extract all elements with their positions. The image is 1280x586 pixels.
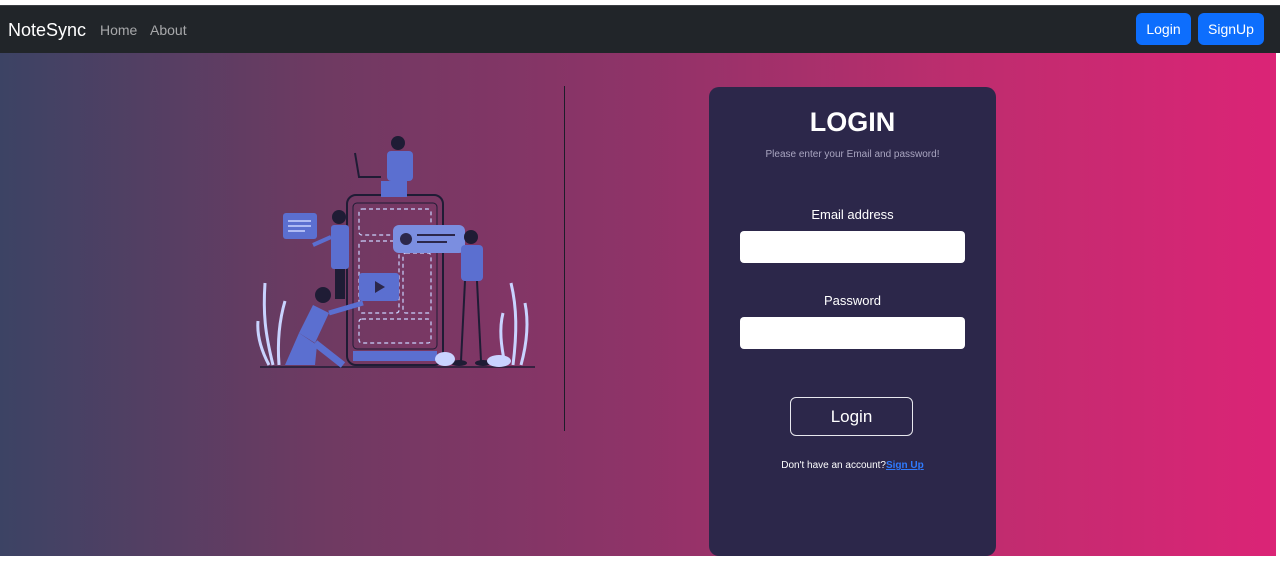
login-submit-button[interactable]: Login	[790, 397, 913, 436]
plant-right	[499, 282, 529, 366]
person-kneeling	[285, 287, 364, 368]
password-label: Password	[823, 293, 882, 308]
password-field[interactable]	[740, 317, 965, 349]
vertical-divider	[564, 86, 565, 431]
login-subtitle: Please enter your Email and password!	[765, 149, 940, 160]
nav-link-home[interactable]: Home	[100, 21, 137, 39]
signup-row: Don't have an account?Sign Up	[709, 460, 996, 472]
phone-panel-bottom	[358, 318, 432, 344]
rock	[487, 355, 511, 367]
team-illustration	[256, 136, 535, 368]
person-woman	[312, 210, 349, 299]
login-card: LOGIN Please enter your Email and passwo…	[709, 87, 996, 556]
person-with-laptop	[354, 136, 413, 197]
brand-logo[interactable]: NoteSync	[8, 20, 86, 40]
phone-panel-right	[402, 252, 432, 314]
hero-section: LOGIN Please enter your Email and passwo…	[0, 53, 1276, 556]
login-title: LOGIN	[809, 107, 896, 137]
rock	[435, 352, 455, 366]
scrollbar-track	[1276, 53, 1280, 556]
email-field[interactable]	[740, 231, 965, 263]
nav-link-about[interactable]: About	[150, 21, 187, 39]
navbar: NoteSync Home About Login SignUp	[0, 5, 1280, 53]
navbar-signup-button[interactable]: SignUp	[1198, 13, 1264, 45]
signup-link[interactable]: Sign Up	[886, 460, 924, 471]
plant-left	[256, 282, 287, 366]
signup-prompt: Don't have an account?	[781, 460, 886, 471]
email-label: Email address	[811, 207, 894, 222]
phone-navbar	[353, 351, 437, 361]
navbar-login-button[interactable]: Login	[1136, 13, 1191, 45]
